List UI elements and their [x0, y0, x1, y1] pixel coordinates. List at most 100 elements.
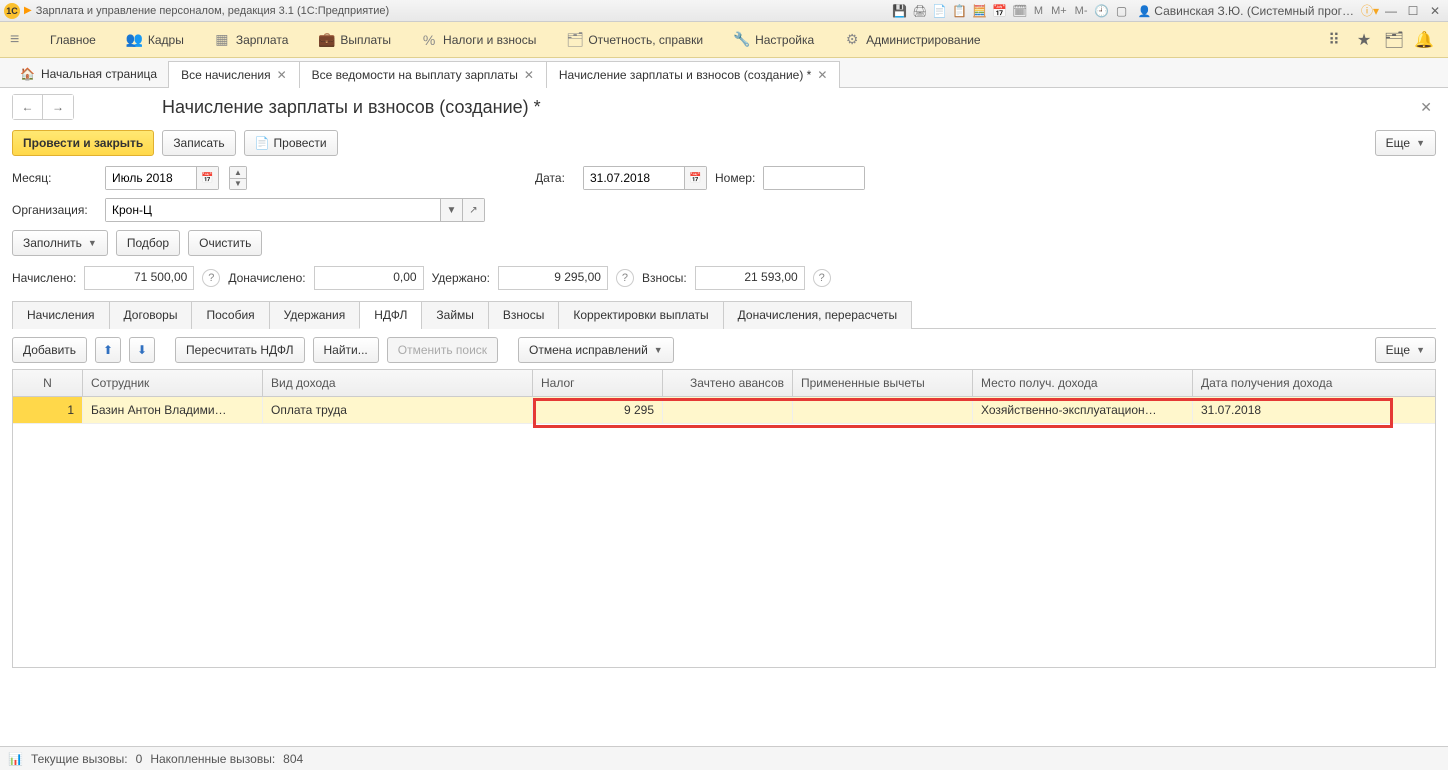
history-icon[interactable]: 🗂	[1380, 26, 1408, 54]
close-icon[interactable]: ✕	[277, 68, 287, 82]
clock-icon[interactable]: 🕘	[1094, 3, 1110, 19]
cell-tax: 9 295	[533, 397, 663, 423]
doc-tab-1[interactable]: Договоры	[109, 301, 193, 329]
col-employee[interactable]: Сотрудник	[83, 370, 263, 396]
menu-reports[interactable]: 🗂Отчетность, справки	[552, 25, 717, 54]
post-button[interactable]: 📄Провести	[244, 130, 338, 156]
calendar-icon[interactable]: 📅	[992, 3, 1008, 19]
month-input[interactable]	[106, 167, 196, 189]
cancel-fix-button[interactable]: Отмена исправлений▼	[518, 337, 674, 363]
wrench-icon: 🔧	[733, 31, 749, 48]
doc-icon[interactable]: 📄	[932, 3, 948, 19]
close-window-button[interactable]: ✕	[1426, 3, 1444, 19]
number-input[interactable]	[764, 167, 864, 189]
spin-up[interactable]: ▲	[230, 167, 246, 179]
doc-tab-3[interactable]: Удержания	[269, 301, 361, 329]
recalc-button[interactable]: Пересчитать НДФЛ	[175, 337, 304, 363]
tab-all-accruals[interactable]: Все начисления✕	[168, 61, 300, 88]
move-up-button[interactable]: ⬆	[95, 337, 121, 363]
help-icon[interactable]: ?	[616, 269, 634, 287]
calc-icon[interactable]: 🧮	[972, 3, 988, 19]
org-input[interactable]	[106, 199, 440, 221]
date-field[interactable]: 📅	[583, 166, 707, 190]
post-close-button[interactable]: Провести и закрыть	[12, 130, 154, 156]
doc-tab-5[interactable]: Займы	[421, 301, 489, 329]
grid-icon: ▦	[214, 31, 230, 48]
menu-admin[interactable]: ⚙Администрирование	[830, 25, 994, 54]
close-icon[interactable]: ✕	[524, 68, 534, 82]
info-icon[interactable]: ⓘ▾	[1362, 3, 1378, 19]
clear-button[interactable]: Очистить	[188, 230, 262, 256]
home-icon: 🏠	[20, 67, 35, 81]
tab-all-sheets[interactable]: Все ведомости на выплату зарплаты✕	[299, 61, 547, 88]
month-field[interactable]: 📅	[105, 166, 219, 190]
org-field[interactable]: ▼ ↗	[105, 198, 485, 222]
percent-icon: %	[421, 32, 437, 48]
nav-forward-button[interactable]: →	[43, 95, 73, 119]
help-icon[interactable]: ?	[813, 269, 831, 287]
tab-home[interactable]: 🏠Начальная страница	[8, 61, 169, 87]
menu-nalogi[interactable]: %Налоги и взносы	[407, 26, 550, 54]
spin-down[interactable]: ▼	[230, 179, 246, 190]
table-row[interactable]: 1 Базин Антон Владими… Оплата труда 9 29…	[13, 397, 1435, 424]
mplus-button[interactable]: M+	[1049, 5, 1069, 17]
save-icon[interactable]: 💾	[892, 3, 908, 19]
calendar-button[interactable]: 📅	[684, 167, 706, 189]
page-close-button[interactable]: ✕	[1416, 95, 1436, 120]
month-spinner[interactable]: ▲▼	[229, 166, 247, 190]
star-icon[interactable]: ★	[1350, 26, 1378, 54]
move-down-button[interactable]: ⬇	[129, 337, 155, 363]
more-button[interactable]: Еще▼	[1375, 130, 1436, 156]
number-field[interactable]	[763, 166, 865, 190]
doc-tab-4[interactable]: НДФЛ	[359, 301, 422, 329]
write-button[interactable]: Записать	[162, 130, 235, 156]
m-button[interactable]: M	[1032, 5, 1045, 17]
menu-settings[interactable]: 🔧Настройка	[719, 25, 828, 54]
menu-kadry[interactable]: 👥Кадры	[112, 25, 198, 54]
grid-body[interactable]: 1 Базин Антон Владими… Оплата труда 9 29…	[13, 397, 1435, 667]
maximize-button[interactable]: ☐	[1404, 3, 1422, 19]
dropdown-button[interactable]: ▼	[440, 199, 462, 221]
add-row-button[interactable]: Добавить	[12, 337, 87, 363]
copy-icon[interactable]: 📋	[952, 3, 968, 19]
apps-icon[interactable]: ⠿	[1320, 26, 1348, 54]
minimize-button[interactable]: —	[1382, 3, 1400, 19]
burger-icon[interactable]: ≡	[10, 31, 34, 49]
panel-icon[interactable]: ▢	[1114, 3, 1130, 19]
help-icon[interactable]: ?	[202, 269, 220, 287]
menu-vyplaty[interactable]: 💼Выплаты	[304, 25, 405, 54]
bell-icon[interactable]: 🔔	[1410, 26, 1438, 54]
cell-employee: Базин Антон Владими…	[83, 397, 263, 423]
calendar-button[interactable]: 📅	[196, 167, 218, 189]
col-place[interactable]: Место получ. дохода	[973, 370, 1193, 396]
doc-tab-6[interactable]: Взносы	[488, 301, 559, 329]
find-button[interactable]: Найти...	[313, 337, 379, 363]
col-deductions[interactable]: Примененные вычеты	[793, 370, 973, 396]
col-tax[interactable]: Налог	[533, 370, 663, 396]
menu-zarplata[interactable]: ▦Зарплата	[200, 25, 303, 54]
calendar2-icon[interactable]: 🗓	[1012, 3, 1028, 19]
nav-back-button[interactable]: ←	[13, 95, 43, 119]
cell-advance	[663, 397, 793, 423]
doc-tab-8[interactable]: Доначисления, перерасчеты	[723, 301, 912, 329]
pick-button[interactable]: Подбор	[116, 230, 180, 256]
col-income-type[interactable]: Вид дохода	[263, 370, 533, 396]
fill-button[interactable]: Заполнить▼	[12, 230, 108, 256]
doc-tab-2[interactable]: Пособия	[191, 301, 269, 329]
close-icon[interactable]: ✕	[817, 68, 827, 82]
date-input[interactable]	[584, 167, 684, 189]
menu-main[interactable]: Главное	[36, 27, 110, 53]
number-label: Номер:	[715, 171, 755, 185]
print-icon[interactable]: 🖨	[912, 3, 928, 19]
col-date[interactable]: Дата получения дохода	[1193, 370, 1383, 396]
doc-tab-0[interactable]: Начисления	[12, 301, 110, 329]
user-label[interactable]: 👤 Савинская З.Ю. (Системный прог…	[1134, 4, 1359, 18]
chevron-down-icon: ▼	[1416, 345, 1425, 355]
col-advance[interactable]: Зачтено авансов	[663, 370, 793, 396]
tab-accrual-create[interactable]: Начисление зарплаты и взносов (создание)…	[546, 61, 841, 88]
open-button[interactable]: ↗	[462, 199, 484, 221]
col-n[interactable]: N	[13, 370, 83, 396]
mminus-button[interactable]: M-	[1073, 5, 1090, 17]
doc-tab-7[interactable]: Корректировки выплаты	[558, 301, 723, 329]
table-more-button[interactable]: Еще▼	[1375, 337, 1436, 363]
